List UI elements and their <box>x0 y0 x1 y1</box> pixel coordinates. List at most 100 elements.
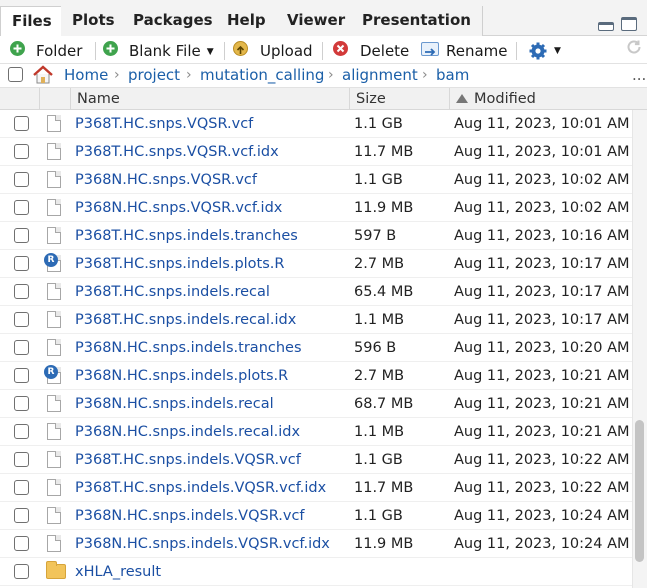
file-name-link[interactable]: P368N.HC.snps.indels.recal.idx <box>75 418 300 446</box>
blank-file-button[interactable]: Blank File ▼ <box>129 40 214 62</box>
chevron-down-icon: ▼ <box>554 45 561 56</box>
row-checkbox[interactable] <box>14 396 29 411</box>
file-name-link[interactable]: P368N.HC.snps.indels.VQSR.vcf.idx <box>75 530 330 558</box>
table-row[interactable]: P368N.HC.snps.indels.VQSR.vcf.idx 11.9 MB… <box>0 530 632 558</box>
column-header-name[interactable]: Name <box>70 88 349 110</box>
file-name-link[interactable]: P368N.HC.snps.indels.tranches <box>75 334 302 362</box>
file-name-link[interactable]: P368T.HC.snps.VQSR.vcf <box>75 110 253 138</box>
table-row[interactable]: xHLA_result <box>0 558 632 586</box>
tab-plots[interactable]: Plots <box>61 6 127 36</box>
row-checkbox[interactable] <box>14 200 29 215</box>
row-checkbox[interactable] <box>14 116 29 131</box>
file-name-link[interactable]: P368N.HC.snps.VQSR.vcf.idx <box>75 194 282 222</box>
table-row[interactable]: P368T.HC.snps.VQSR.vcf 1.1 GB Aug 11, 2023… <box>0 110 632 138</box>
column-header-size[interactable]: Size <box>349 88 449 110</box>
rename-icon <box>421 42 439 56</box>
tab-help[interactable]: Help <box>216 6 278 36</box>
delete-button[interactable]: Delete <box>360 40 409 62</box>
table-row[interactable]: R P368T.HC.snps.indels.plots.R 2.7 MB Aug 1… <box>0 250 632 278</box>
upload-button[interactable]: Upload <box>260 40 313 62</box>
minimize-pane-icon[interactable] <box>598 22 614 31</box>
table-row[interactable]: P368N.HC.snps.VQSR.vcf 1.1 GB Aug 11, 2023… <box>0 166 632 194</box>
breadcrumb-home[interactable]: Home <box>64 64 108 86</box>
breadcrumb-project[interactable]: project <box>128 64 180 86</box>
breadcrumb-mutation-calling[interactable]: mutation_calling <box>200 64 324 86</box>
file-name-link[interactable]: P368N.HC.snps.indels.plots.R <box>75 362 288 390</box>
file-modified: Aug 11, 2023, 10:16 AM <box>454 228 630 244</box>
file-name-link[interactable]: P368N.HC.snps.indels.recal <box>75 390 274 418</box>
table-row[interactable]: P368T.HC.snps.indels.VQSR.vcf 1.1 GB Aug 1… <box>0 446 632 474</box>
file-size: 11.7 MB <box>354 480 414 496</box>
rename-button[interactable]: Rename <box>446 40 508 62</box>
tab-files[interactable]: Files <box>0 6 64 37</box>
file-icon <box>47 143 61 160</box>
go-to-directory-button[interactable]: ... <box>632 64 646 86</box>
chevron-right-icon: › <box>328 67 334 83</box>
row-checkbox[interactable] <box>14 256 29 271</box>
file-size: 1.1 GB <box>354 452 403 468</box>
row-checkbox[interactable] <box>14 452 29 467</box>
file-name-link[interactable]: P368T.HC.snps.indels.recal <box>75 278 270 306</box>
maximize-pane-icon[interactable] <box>621 17 637 31</box>
file-icon <box>47 535 61 552</box>
more-options-button[interactable]: ▼ <box>528 39 561 61</box>
row-checkbox[interactable] <box>14 312 29 327</box>
file-name-link[interactable]: P368T.HC.snps.indels.plots.R <box>75 250 284 278</box>
row-checkbox[interactable] <box>14 508 29 523</box>
file-icon <box>47 423 61 440</box>
file-modified: Aug 11, 2023, 10:17 AM <box>454 312 630 328</box>
table-row[interactable]: P368T.HC.snps.indels.recal 65.4 MB Aug 11,… <box>0 278 632 306</box>
tab-viewer[interactable]: Viewer <box>276 6 358 36</box>
file-name-link[interactable]: P368T.HC.snps.indels.tranches <box>75 222 298 250</box>
file-name-link[interactable]: P368T.HC.snps.indels.VQSR.vcf <box>75 446 301 474</box>
file-name-link[interactable]: P368N.HC.snps.VQSR.vcf <box>75 166 257 194</box>
table-row[interactable]: P368N.HC.snps.indels.recal.idx 1.1 MB Aug … <box>0 418 632 446</box>
table-row[interactable]: P368T.HC.snps.indels.VQSR.vcf.idx 11.7 MB… <box>0 474 632 502</box>
scrollbar-thumb[interactable] <box>635 420 644 562</box>
row-checkbox[interactable] <box>14 564 29 579</box>
home-icon[interactable] <box>32 65 54 89</box>
file-name-link[interactable]: P368T.HC.snps.indels.VQSR.vcf.idx <box>75 474 326 502</box>
row-checkbox[interactable] <box>14 340 29 355</box>
toolbar-divider <box>95 42 96 60</box>
row-checkbox[interactable] <box>14 536 29 551</box>
table-row[interactable]: P368N.HC.snps.indels.recal 68.7 MB Aug 11,… <box>0 390 632 418</box>
new-folder-icon <box>10 41 25 56</box>
toolbar-divider <box>224 42 225 60</box>
breadcrumb-bam[interactable]: bam <box>436 64 469 86</box>
row-checkbox[interactable] <box>14 228 29 243</box>
table-row[interactable]: P368N.HC.snps.indels.tranches 596 B Aug 11… <box>0 334 632 362</box>
file-name-link[interactable]: P368N.HC.snps.indels.VQSR.vcf <box>75 502 305 530</box>
row-checkbox[interactable] <box>14 480 29 495</box>
new-folder-button[interactable]: Folder <box>36 40 82 62</box>
row-checkbox[interactable] <box>14 424 29 439</box>
table-row[interactable]: P368T.HC.snps.indels.tranches 597 B Aug 11… <box>0 222 632 250</box>
file-icon <box>47 227 61 244</box>
column-header-modified[interactable]: Modified <box>449 88 647 110</box>
tab-presentation[interactable]: Presentation <box>351 6 483 36</box>
table-row[interactable]: R P368N.HC.snps.indels.plots.R 2.7 MB Aug 1… <box>0 362 632 390</box>
file-name-link[interactable]: P368T.HC.snps.VQSR.vcf.idx <box>75 138 279 166</box>
tab-packages[interactable]: Packages <box>122 6 225 36</box>
file-list-header: Name Size Modified <box>0 88 647 110</box>
breadcrumb-alignment[interactable]: alignment <box>342 64 418 86</box>
table-row[interactable]: P368N.HC.snps.VQSR.vcf.idx 11.9 MB Aug 11,… <box>0 194 632 222</box>
file-name-link[interactable]: P368T.HC.snps.indels.recal.idx <box>75 306 296 334</box>
refresh-icon <box>627 40 641 54</box>
file-icon <box>47 199 61 216</box>
select-all-checkbox[interactable] <box>8 67 23 82</box>
row-checkbox[interactable] <box>14 284 29 299</box>
file-size: 68.7 MB <box>354 396 414 412</box>
chevron-down-icon: ▼ <box>206 46 214 57</box>
upload-icon <box>233 41 248 56</box>
file-icon <box>47 339 61 356</box>
refresh-button[interactable] <box>625 38 643 60</box>
row-checkbox[interactable] <box>14 144 29 159</box>
table-row[interactable]: P368N.HC.snps.indels.VQSR.vcf 1.1 GB Aug 1… <box>0 502 632 530</box>
row-checkbox[interactable] <box>14 172 29 187</box>
table-row[interactable]: P368T.HC.snps.indels.recal.idx 1.1 MB Aug … <box>0 306 632 334</box>
file-name-link[interactable]: xHLA_result <box>75 558 161 586</box>
table-row[interactable]: P368T.HC.snps.VQSR.vcf.idx 11.7 MB Aug 11,… <box>0 138 632 166</box>
row-checkbox[interactable] <box>14 368 29 383</box>
file-modified: Aug 11, 2023, 10:01 AM <box>454 116 630 132</box>
